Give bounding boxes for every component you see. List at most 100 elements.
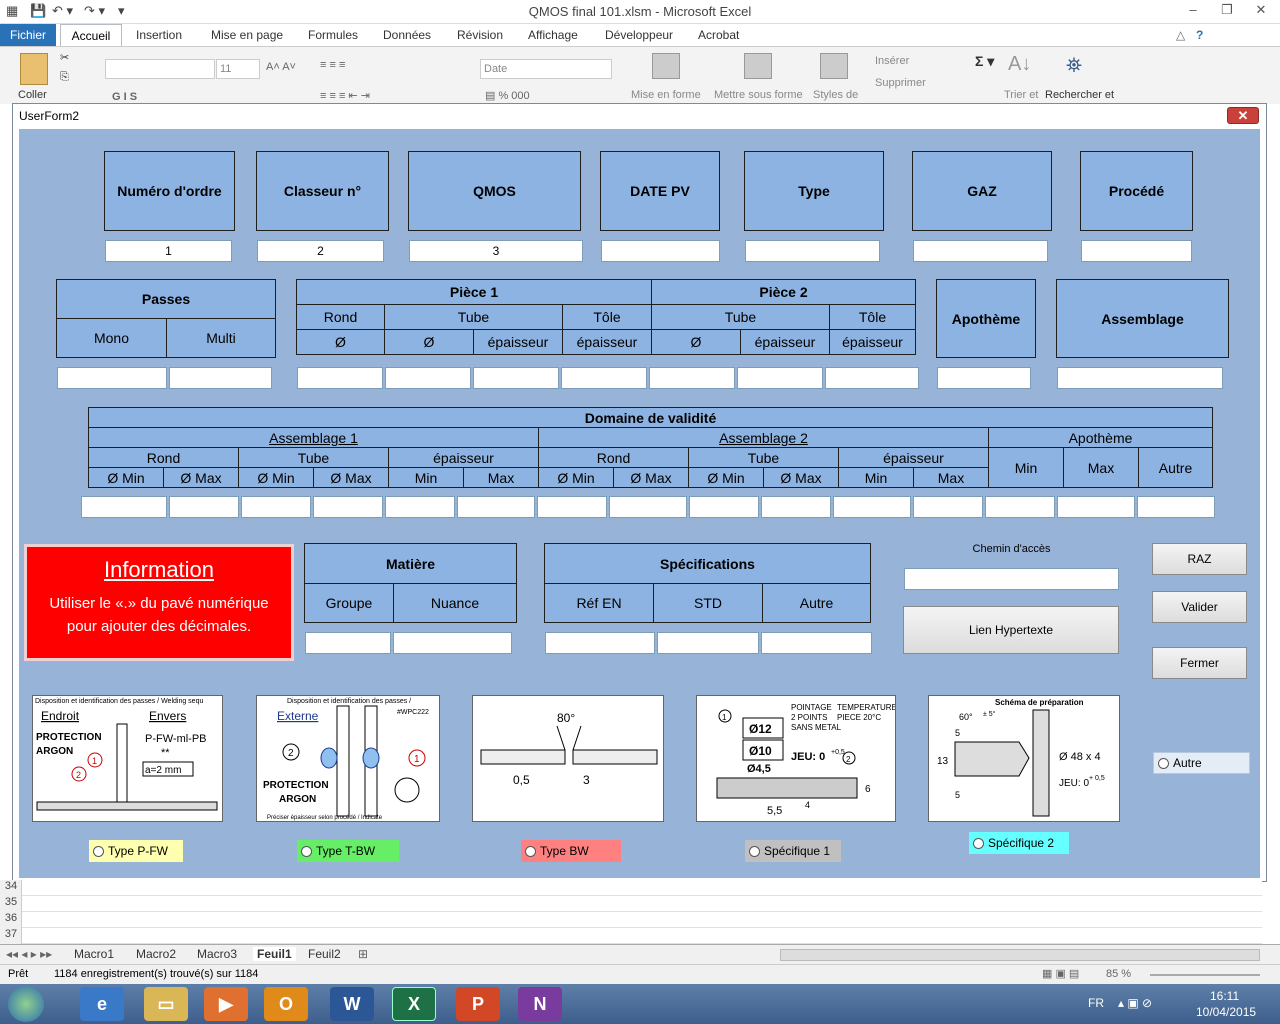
row-number[interactable]: 36 (0, 912, 22, 924)
number-format-box[interactable]: Date (480, 59, 612, 79)
dv-input-1[interactable] (81, 496, 167, 518)
passes-mono-input[interactable] (57, 367, 167, 389)
styles-label[interactable]: Styles de (813, 89, 858, 101)
tab-affichage[interactable]: Affichage (528, 28, 578, 42)
radio-dot-icon[interactable] (1158, 757, 1169, 769)
piece2-tube-epaisseur-input[interactable] (737, 367, 823, 389)
tab-insertion[interactable]: Insertion (136, 28, 182, 42)
type-input[interactable] (745, 240, 880, 262)
sheet-tab-macro2[interactable]: Macro2 (136, 947, 176, 961)
file-explorer-icon[interactable]: ▭ (144, 987, 188, 1021)
radio-specifique-2[interactable]: Spécifique 2 (969, 832, 1069, 854)
start-button-icon[interactable] (8, 986, 44, 1022)
sheet-tab-macro3[interactable]: Macro3 (197, 947, 237, 961)
close-window-button[interactable]: ✕ (1248, 2, 1274, 20)
radio-dot-icon[interactable] (749, 845, 760, 857)
tab-fichier[interactable]: Fichier (0, 24, 56, 46)
radio-type-t-bw[interactable]: Type T-BW (297, 840, 399, 862)
procede-input[interactable] (1081, 240, 1192, 262)
copy-icon[interactable]: ⎘ (60, 71, 69, 84)
dv-input-13[interactable] (985, 496, 1055, 518)
tray-icons[interactable]: ▴ ▣ ⊘ (1118, 996, 1152, 1010)
dv-input-10[interactable] (761, 496, 831, 518)
piece2-tube-phi-input[interactable] (649, 367, 735, 389)
piece1-tole-epaisseur-input[interactable] (561, 367, 647, 389)
raz-button[interactable]: RAZ (1152, 543, 1247, 575)
radio-dot-icon[interactable] (301, 845, 312, 857)
cut-icon[interactable]: ✂ (60, 51, 69, 64)
dv-input-12[interactable] (913, 496, 983, 518)
table-format-icon[interactable] (744, 53, 772, 79)
dv-input-11[interactable] (833, 496, 911, 518)
dv-input-15[interactable] (1137, 496, 1215, 518)
dv-input-5[interactable] (385, 496, 455, 518)
clock-time[interactable]: 16:11 (1210, 989, 1239, 1003)
row-number[interactable]: 35 (0, 896, 22, 908)
tab-donnees[interactable]: Données (383, 28, 431, 42)
passes-multi-input[interactable] (169, 367, 272, 389)
spec-autre-input[interactable] (761, 632, 872, 654)
tab-formules[interactable]: Formules (308, 28, 358, 42)
new-sheet-icon[interactable]: ⊞ (358, 947, 368, 961)
radio-dot-icon[interactable] (93, 845, 104, 857)
rechercher-label[interactable]: Rechercher et (1045, 89, 1114, 101)
tab-developpeur[interactable]: Développeur (605, 28, 673, 42)
matiere-groupe-input[interactable] (305, 632, 391, 654)
dv-input-14[interactable] (1057, 496, 1135, 518)
paste-icon[interactable] (20, 53, 48, 85)
supprimer-label[interactable]: Supprimer (875, 77, 926, 89)
mettre-sous-forme-label[interactable]: Mettre sous forme (714, 89, 803, 101)
date-pv-input[interactable] (601, 240, 720, 262)
align-left-icon[interactable]: ≡ ≡ ≡ ⇤ ⇥ (320, 89, 370, 102)
tab-acrobat[interactable]: Acrobat (698, 28, 739, 42)
tab-revision[interactable]: Révision (457, 28, 503, 42)
piece1-rond-phi-input[interactable] (297, 367, 383, 389)
gaz-input[interactable] (913, 240, 1048, 262)
cell-styles-icon[interactable] (820, 53, 848, 79)
tab-mise-en-page[interactable]: Mise en page (211, 28, 283, 42)
zoom-level[interactable]: 85 % (1106, 968, 1131, 980)
radio-type-p-fw[interactable]: Type P-FW (89, 840, 183, 862)
userform-close-button[interactable]: ✕ (1227, 107, 1259, 124)
help-icon[interactable]: ? (1196, 28, 1203, 42)
radio-type-bw[interactable]: Type BW (521, 840, 621, 862)
tab-accueil[interactable]: Accueil (60, 24, 122, 47)
qmos-input[interactable]: 3 (409, 240, 583, 262)
media-player-icon[interactable]: ▶ (204, 987, 248, 1021)
fermer-button[interactable]: Fermer (1152, 647, 1247, 679)
view-mode-icon[interactable]: ▦ ▣ ▤ (1042, 967, 1079, 980)
horizontal-scrollbar[interactable] (780, 949, 1260, 961)
outlook-icon[interactable]: O (264, 987, 308, 1021)
onenote-icon[interactable]: N (518, 987, 562, 1021)
bold-icon[interactable]: G I S (112, 91, 137, 103)
excel-taskbar-icon[interactable]: X (392, 987, 436, 1021)
dv-input-9[interactable] (689, 496, 759, 518)
radio-dot-icon[interactable] (973, 837, 984, 849)
dv-input-3[interactable] (241, 496, 311, 518)
dv-input-2[interactable] (169, 496, 239, 518)
radio-specifique-1[interactable]: Spécifique 1 (745, 840, 841, 862)
conditional-format-icon[interactable] (652, 53, 680, 79)
zoom-slider[interactable] (1150, 974, 1260, 976)
sheet-tab-feuil1[interactable]: Feuil1 (253, 947, 296, 961)
dv-input-6[interactable] (457, 496, 535, 518)
clock-date[interactable]: 10/04/2015 (1196, 1005, 1256, 1019)
piece2-tole-epaisseur-input[interactable] (825, 367, 919, 389)
sheet-grid[interactable] (22, 880, 1262, 944)
find-icon[interactable]: ⛯ (1066, 55, 1094, 79)
piece1-tube-phi-input[interactable] (385, 367, 471, 389)
lien-hypertexte-button[interactable]: Lien Hypertexte (903, 606, 1119, 654)
font-name-box[interactable] (105, 59, 215, 79)
dv-input-8[interactable] (609, 496, 687, 518)
grow-font-icon[interactable]: A˄ A˅ (266, 61, 296, 73)
autosum-icon[interactable]: Σ ▾ (975, 53, 994, 70)
mise-en-forme-label[interactable]: Mise en forme (631, 89, 701, 101)
minimize-button[interactable]: – (1180, 2, 1206, 20)
sheet-tab-feuil2[interactable]: Feuil2 (308, 947, 341, 961)
classeur-input[interactable]: 2 (257, 240, 384, 262)
language-indicator[interactable]: FR (1088, 996, 1104, 1010)
trier-label[interactable]: Trier et (1004, 89, 1038, 101)
sort-icon[interactable]: A↓ (1008, 53, 1034, 81)
piece1-tube-epaisseur-input[interactable] (473, 367, 559, 389)
spec-std-input[interactable] (657, 632, 759, 654)
